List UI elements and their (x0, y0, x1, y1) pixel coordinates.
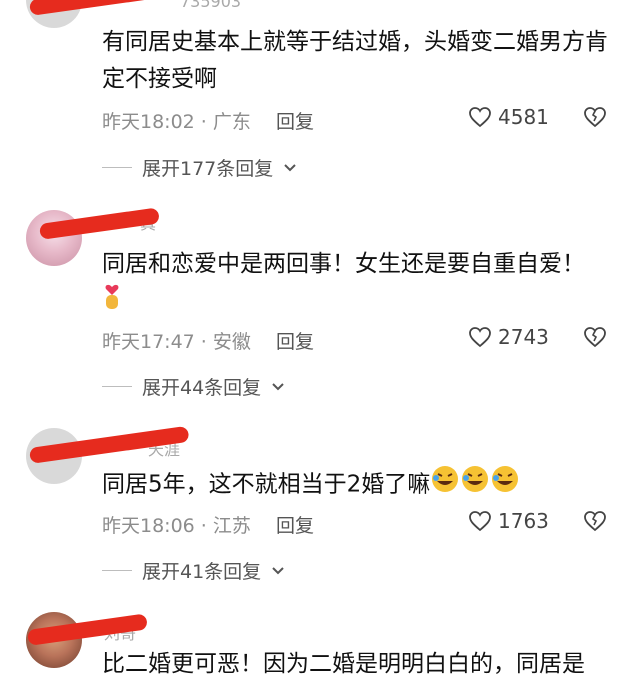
comment-location: 江苏 (212, 515, 251, 537)
divider (102, 570, 132, 571)
divider (102, 386, 132, 387)
like-count: 4581 (498, 105, 549, 129)
comment-text: 同居和恋爱中是两回事！女生还是要自重自爱！ (102, 246, 622, 325)
comment-text: 同居5年，这不就相当于2婚了嘛 (102, 464, 622, 506)
rolling-laughing-emoji (430, 464, 460, 506)
comment-text: 有同居史基本上就等于结过婚，头婚变二婚男方肯定不接受啊 (102, 29, 608, 92)
rolling-laughing-emoji (460, 464, 490, 506)
expand-replies[interactable]: 展开44条回复 (102, 373, 285, 400)
heart-outline-icon (469, 327, 491, 348)
like-button[interactable]: 1763 (468, 509, 549, 533)
comment-location: 广东 (212, 111, 251, 133)
comment-meta: 昨天17:47 · 安徽 (102, 327, 251, 354)
reply-button[interactable]: 回复 (276, 511, 314, 538)
chevron-down-icon (272, 566, 284, 574)
meta-separator: · (194, 515, 213, 537)
like-count: 2743 (498, 325, 549, 349)
meta-separator: · (194, 111, 213, 133)
chevron-down-icon (272, 382, 284, 390)
broken-heart-icon[interactable] (582, 509, 608, 533)
reply-button[interactable]: 回复 (276, 107, 314, 134)
chevron-down-icon (284, 163, 296, 171)
like-count: 1763 (498, 509, 549, 533)
meta-separator: · (194, 331, 213, 353)
comment-text: 比二婚更可恶！因为二婚是明明白白的，同居是 (102, 651, 585, 677)
heart-outline-icon (469, 107, 491, 128)
divider (102, 167, 132, 168)
expand-replies[interactable]: 展开177条回复 (102, 154, 297, 181)
comment-username[interactable]: 735903 (180, 0, 241, 11)
broken-heart-icon[interactable] (582, 105, 608, 129)
finger-heart-emoji (102, 283, 122, 325)
expand-replies[interactable]: 展开41条回复 (102, 557, 285, 584)
like-button[interactable]: 4581 (468, 105, 549, 129)
broken-heart-icon[interactable] (582, 325, 608, 349)
expand-label: 展开41条回复 (142, 561, 262, 583)
comment-text-body: 同居和恋爱中是两回事！女生还是要自重自爱！ (102, 251, 585, 277)
heart-outline-icon (469, 511, 491, 532)
comment-meta: 昨天18:06 · 江苏 (102, 511, 251, 538)
expand-label: 展开44条回复 (142, 377, 262, 399)
comment-time: 昨天18:06 (102, 515, 195, 537)
reply-button[interactable]: 回复 (276, 327, 314, 354)
rolling-laughing-emoji (490, 464, 520, 506)
comment-text-body: 同居5年，这不就相当于2婚了嘛 (102, 471, 431, 498)
like-button[interactable]: 2743 (468, 325, 549, 349)
expand-label: 展开177条回复 (142, 158, 274, 180)
comment-time: 昨天17:47 (102, 331, 195, 353)
comment-time: 昨天18:02 (102, 111, 195, 133)
comment-location: 安徽 (212, 331, 251, 353)
comment-meta: 昨天18:02 · 广东 (102, 107, 251, 134)
